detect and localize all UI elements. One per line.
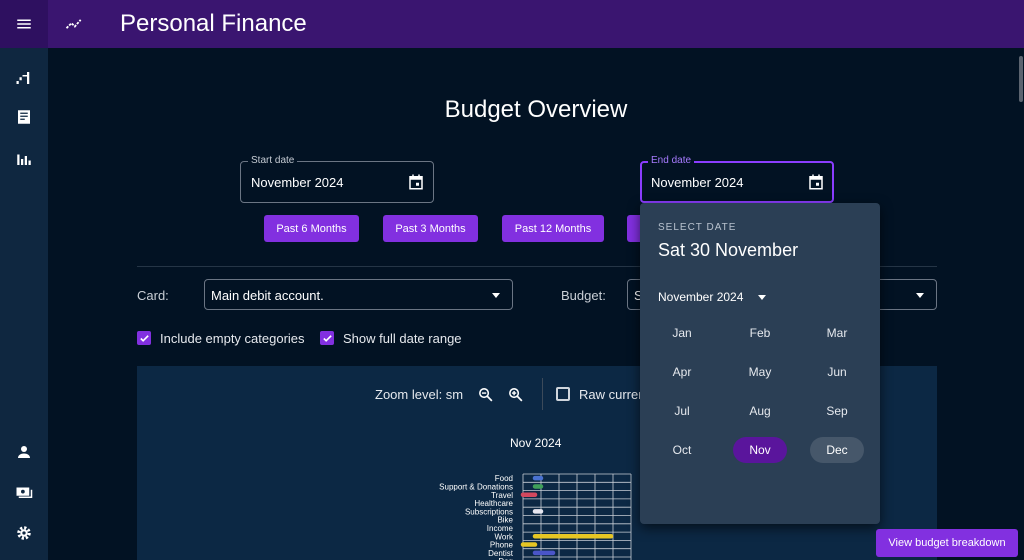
zoom-out-icon xyxy=(478,387,492,401)
start-date-label: Start date xyxy=(248,155,298,166)
zoom-in-button[interactable] xyxy=(505,384,525,404)
start-date-value: November 2024 xyxy=(251,175,344,190)
month-jun[interactable]: Jun xyxy=(810,359,864,385)
bar-chart-icon xyxy=(17,154,31,165)
sidebar-item-settings[interactable] xyxy=(12,521,36,545)
month-mar[interactable]: Mar xyxy=(810,320,864,346)
end-date-field[interactable]: End date November 2024 xyxy=(640,155,834,203)
page-scrollbar[interactable] xyxy=(1018,48,1024,560)
sidebar-item-account[interactable] xyxy=(12,440,36,464)
month-may[interactable]: May xyxy=(733,359,787,385)
zoom-out-button[interactable] xyxy=(475,384,495,404)
receipt-icon xyxy=(18,110,30,124)
top-app-bar: Personal Finance xyxy=(0,0,1024,48)
month-nov[interactable]: Nov xyxy=(733,437,787,463)
month-sep[interactable]: Sep xyxy=(810,398,864,424)
month-year-dropdown[interactable]: November 2024 xyxy=(658,290,743,304)
month-jul[interactable]: Jul xyxy=(655,398,709,424)
month-aug[interactable]: Aug xyxy=(733,398,787,424)
card-select[interactable]: Main debit account. xyxy=(204,279,513,310)
chart-title: Nov 2024 xyxy=(510,436,562,450)
date-picker-popup: SELECT DATE Sat 30 November November 202… xyxy=(640,203,880,524)
sidebar-item-dashboard[interactable] xyxy=(12,66,36,90)
card-select-value: Main debit account. xyxy=(211,288,324,303)
trending-icon xyxy=(65,19,82,29)
month-feb[interactable]: Feb xyxy=(733,320,787,346)
page-title: Budget Overview xyxy=(444,96,628,123)
app-title: Personal Finance xyxy=(120,10,307,37)
month-apr[interactable]: Apr xyxy=(655,359,709,385)
check-icon xyxy=(322,334,332,342)
calendar-icon[interactable] xyxy=(407,173,425,191)
date-picker-header: SELECT DATE xyxy=(658,222,737,233)
sidebar-item-transactions[interactable] xyxy=(12,105,36,129)
month-jan[interactable]: Jan xyxy=(655,320,709,346)
include-empty-checkbox[interactable] xyxy=(137,331,151,345)
month-dec[interactable]: Dec xyxy=(810,437,864,463)
logo xyxy=(48,0,100,48)
budget-chart: FoodSupport & DonationsTravelHealthcareS… xyxy=(439,473,632,560)
menu-button[interactable] xyxy=(0,0,48,48)
chevron-down-icon[interactable] xyxy=(758,295,766,300)
menu-icon xyxy=(17,19,31,29)
month-oct[interactable]: Oct xyxy=(655,437,709,463)
gear-icon xyxy=(17,526,31,540)
budget-label: Budget: xyxy=(561,288,606,303)
dropdown-arrow-icon xyxy=(492,293,500,298)
calendar-icon[interactable] xyxy=(807,173,825,191)
past-6-months-button[interactable]: Past 6 Months xyxy=(264,215,359,242)
zoom-in-icon xyxy=(508,387,522,401)
show-full-range-checkbox[interactable] xyxy=(320,331,334,345)
check-icon xyxy=(139,334,149,342)
toolbar-separator xyxy=(542,378,543,410)
person-icon xyxy=(18,446,30,458)
end-date-value: November 2024 xyxy=(651,175,744,190)
sidebar-item-cards[interactable] xyxy=(12,480,36,504)
cash-icon xyxy=(16,487,33,498)
raw-currency-label: Raw curren xyxy=(579,387,646,402)
sidebar xyxy=(0,48,48,560)
end-date-label: End date xyxy=(648,155,695,166)
date-picker-selected-date: Sat 30 November xyxy=(658,240,799,260)
view-budget-breakdown-button[interactable]: View budget breakdown xyxy=(876,529,1018,557)
past-3-months-button[interactable]: Past 3 Months xyxy=(383,215,478,242)
include-empty-label: Include empty categories xyxy=(160,331,305,346)
start-date-field[interactable]: Start date November 2024 xyxy=(240,155,434,203)
chart-step-icon xyxy=(16,72,30,84)
dropdown-arrow-icon xyxy=(916,293,924,298)
show-full-range-label: Show full date range xyxy=(343,331,462,346)
past-12-months-button[interactable]: Past 12 Months xyxy=(502,215,604,242)
zoom-level-label: Zoom level: sm xyxy=(375,387,464,402)
raw-currency-checkbox[interactable] xyxy=(556,387,570,401)
card-label: Card: xyxy=(137,288,169,303)
sidebar-item-budget[interactable] xyxy=(12,147,36,171)
